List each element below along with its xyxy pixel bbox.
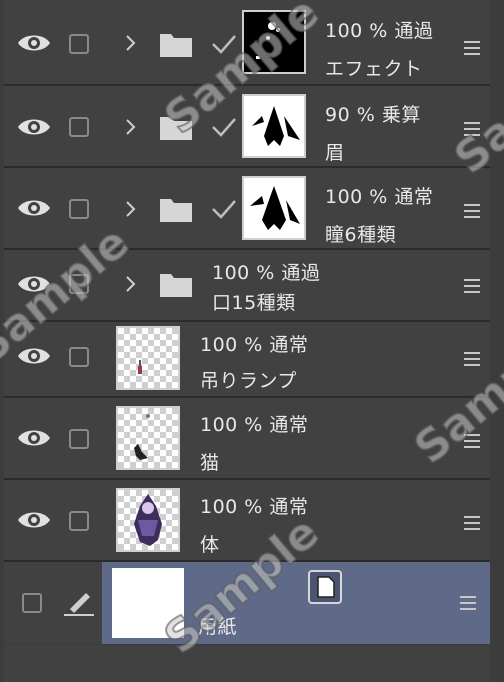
- layer-row-pupil[interactable]: 100 % 通常 瞳6種類: [4, 168, 490, 250]
- folder-icon: [160, 199, 192, 222]
- check-icon[interactable]: [210, 32, 238, 56]
- layer-opacity-blend: 90 % 乗算: [325, 104, 421, 126]
- eye-icon[interactable]: [16, 344, 52, 368]
- layer-thumbnail: [242, 94, 306, 158]
- folder-icon: [160, 274, 192, 297]
- hamburger-icon[interactable]: [464, 352, 480, 366]
- layer-opacity-blend: 100 % 通常: [325, 186, 434, 208]
- paper-row-controls: [4, 562, 102, 644]
- layer-select-checkbox[interactable]: [69, 511, 89, 531]
- layer-opacity-blend: 100 % 通過: [212, 262, 321, 284]
- eye-icon[interactable]: [16, 426, 52, 450]
- paper-icon: [308, 570, 342, 604]
- panel-footer: [4, 645, 490, 682]
- layer-name: 瞳6種類: [325, 224, 397, 246]
- layer-opacity-blend: 100 % 通過: [325, 20, 434, 42]
- eye-icon[interactable]: [16, 508, 52, 532]
- layer-select-checkbox[interactable]: [69, 429, 89, 449]
- layer-row-cat[interactable]: 100 % 通常 猫: [4, 398, 490, 480]
- layer-thumbnail: [116, 488, 180, 552]
- chevron-right-icon[interactable]: [122, 33, 138, 53]
- layer-panel: 100 % 通過 エフェクト 90 % 乗算 眉 100 % 通常 瞳6種類 1…: [0, 0, 504, 682]
- chevron-right-icon[interactable]: [122, 199, 138, 219]
- layer-select-checkbox[interactable]: [69, 34, 89, 54]
- layer-row-body[interactable]: 100 % 通常 体: [4, 480, 490, 562]
- layer-name: 口15種類: [212, 292, 296, 314]
- layer-row-paper[interactable]: 用紙: [102, 562, 490, 644]
- check-icon[interactable]: [210, 115, 238, 139]
- hamburger-icon[interactable]: [464, 434, 480, 448]
- hamburger-icon[interactable]: [464, 204, 480, 218]
- eye-icon[interactable]: [16, 31, 52, 55]
- layer-thumbnail: [242, 176, 306, 240]
- layer-select-checkbox[interactable]: [69, 117, 89, 137]
- eye-icon[interactable]: [16, 115, 52, 139]
- pen-icon[interactable]: [62, 587, 96, 617]
- hamburger-icon[interactable]: [464, 279, 480, 293]
- layer-select-checkbox[interactable]: [69, 347, 89, 367]
- hamburger-icon[interactable]: [464, 41, 480, 55]
- hamburger-icon[interactable]: [460, 596, 476, 610]
- layer-name: 用紙: [198, 616, 238, 638]
- check-icon[interactable]: [210, 197, 238, 221]
- layer-select-checkbox[interactable]: [69, 199, 89, 219]
- layer-name: 猫: [200, 452, 220, 474]
- folder-icon: [160, 117, 192, 140]
- layer-thumbnail: [112, 568, 184, 638]
- layer-thumbnail: [116, 326, 180, 390]
- layer-opacity-blend: 100 % 通常: [200, 334, 309, 356]
- layer-thumbnail: [242, 10, 306, 74]
- layer-row-lamp[interactable]: 100 % 通常 吊りランプ: [4, 322, 490, 398]
- layer-select-checkbox[interactable]: [22, 593, 42, 613]
- eye-icon[interactable]: [16, 272, 52, 296]
- layer-thumbnail: [116, 406, 180, 470]
- layer-row-effect[interactable]: 100 % 通過 エフェクト: [4, 0, 490, 86]
- eye-icon[interactable]: [16, 196, 52, 220]
- layer-opacity-blend: 100 % 通常: [200, 496, 309, 518]
- layer-opacity-blend: 100 % 通常: [200, 414, 309, 436]
- hamburger-icon[interactable]: [464, 516, 480, 530]
- layer-name: エフェクト: [325, 58, 423, 80]
- hamburger-icon[interactable]: [464, 122, 480, 136]
- layer-name: 吊りランプ: [200, 370, 297, 392]
- chevron-right-icon[interactable]: [122, 274, 138, 294]
- layer-row-eyebrow[interactable]: 90 % 乗算 眉: [4, 86, 490, 168]
- layer-select-checkbox[interactable]: [69, 274, 89, 294]
- layer-name: 体: [200, 534, 220, 556]
- layer-name: 眉: [325, 142, 345, 164]
- layer-row-mouth[interactable]: 100 % 通過 口15種類: [4, 250, 490, 322]
- chevron-right-icon[interactable]: [122, 117, 138, 137]
- folder-icon: [160, 34, 192, 57]
